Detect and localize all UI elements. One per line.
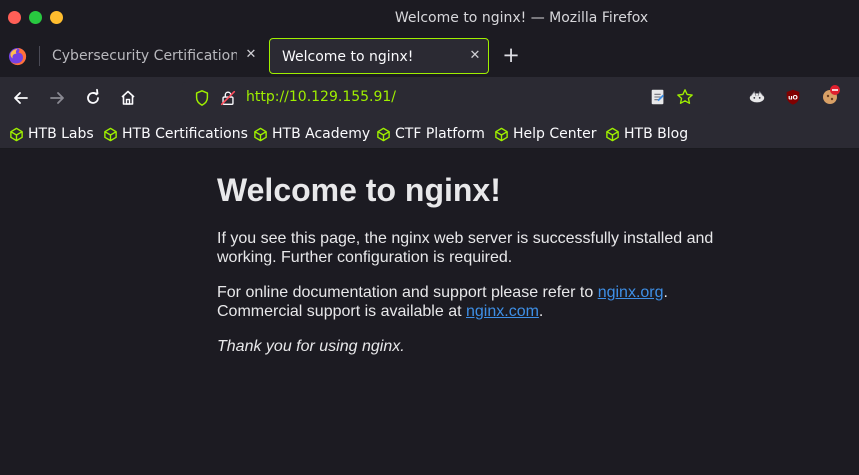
bookmark-htb-certifications[interactable]: HTB Certifications <box>103 125 248 143</box>
period-text: . <box>538 303 544 320</box>
firefox-logo-icon[interactable] <box>8 47 27 66</box>
htb-cube-icon <box>104 127 117 141</box>
page-heading: Welcome to nginx! <box>217 172 501 208</box>
nginx-org-link[interactable]: nginx.org <box>598 284 664 301</box>
bookmark-htb-academy[interactable]: HTB Academy <box>253 125 370 143</box>
svg-text:uO: uO <box>788 95 798 102</box>
htb-cube-icon <box>377 127 390 141</box>
bookmark-help-center[interactable]: Help Center <box>494 125 597 143</box>
window-title: Welcome to nginx! — Mozilla Firefox <box>394 10 649 26</box>
htb-cube-icon <box>10 127 23 141</box>
new-tab-plus-icon[interactable]: + <box>500 44 522 66</box>
bookmark-label: HTB Blog <box>624 126 689 142</box>
window-titlebar: Welcome to nginx! — Mozilla Firefox <box>0 0 859 37</box>
forward-arrow-icon[interactable] <box>47 88 67 108</box>
tab-strip: Cybersecurity Certifications | ✕ Welcome… <box>0 37 859 77</box>
tab-welcome-to-nginx[interactable]: Welcome to nginx! ✕ <box>269 38 489 74</box>
insecure-lock-icon[interactable] <box>219 89 237 107</box>
reload-icon[interactable] <box>83 88 103 108</box>
bookmark-label: CTF Platform <box>395 126 485 142</box>
period-text: . <box>663 284 668 301</box>
bookmark-label: HTB Academy <box>272 126 371 142</box>
address-bar[interactable]: http://10.129.155.91/ <box>182 82 712 114</box>
tracking-protection-shield-icon[interactable] <box>193 89 211 107</box>
bookmark-label: HTB Labs <box>28 126 94 142</box>
tab-close-icon[interactable]: ✕ <box>242 46 260 64</box>
bookmark-label: HTB Certifications <box>122 126 248 142</box>
url-text[interactable]: http://10.129.155.91/ <box>246 89 396 105</box>
bookmark-htb-blog[interactable]: HTB Blog <box>605 125 688 143</box>
htb-cube-icon <box>254 127 267 141</box>
navigation-toolbar: http://10.129.155.91/ uO <box>0 77 859 119</box>
htb-cube-icon <box>606 127 619 141</box>
bookmarks-toolbar: HTB Labs HTB Certifications HTB Academy … <box>0 119 859 149</box>
documentation-text: For online documentation and support ple… <box>217 284 598 301</box>
nginx-welcome-content: Welcome to nginx! If you see this page, … <box>217 172 737 372</box>
commercial-support-text: Commercial support is available at <box>217 303 466 320</box>
htb-cube-icon <box>495 127 508 141</box>
documentation-paragraph: For online documentation and support ple… <box>217 283 737 321</box>
tab-label: Cybersecurity Certifications | <box>52 48 237 64</box>
bookmark-htb-labs[interactable]: HTB Labs <box>9 125 94 143</box>
intro-paragraph: If you see this page, the nginx web serv… <box>217 230 714 266</box>
reader-view-page-icon[interactable] <box>649 88 667 106</box>
nginx-com-link[interactable]: nginx.com <box>466 303 539 320</box>
tab-label: Welcome to nginx! <box>282 49 414 65</box>
bookmark-star-icon[interactable] <box>676 88 694 106</box>
thanks-paragraph: Thank you for using nginx. <box>217 337 737 356</box>
page-viewport: Welcome to nginx! If you see this page, … <box>0 150 859 475</box>
ublock-origin-shield-icon[interactable]: uO <box>784 88 802 106</box>
cookie-extension-icon[interactable] <box>820 84 842 106</box>
thanks-text: Thank you for using nginx. <box>217 338 405 355</box>
bookmark-ctf-platform[interactable]: CTF Platform <box>376 125 485 143</box>
back-arrow-icon[interactable] <box>11 88 31 108</box>
tab-cybersecurity-certifications[interactable]: Cybersecurity Certifications | ✕ <box>40 38 263 74</box>
foxyproxy-extension-icon[interactable] <box>748 88 766 106</box>
home-icon[interactable] <box>118 88 138 108</box>
bookmark-label: Help Center <box>513 126 597 142</box>
tab-close-icon[interactable]: ✕ <box>466 47 484 65</box>
